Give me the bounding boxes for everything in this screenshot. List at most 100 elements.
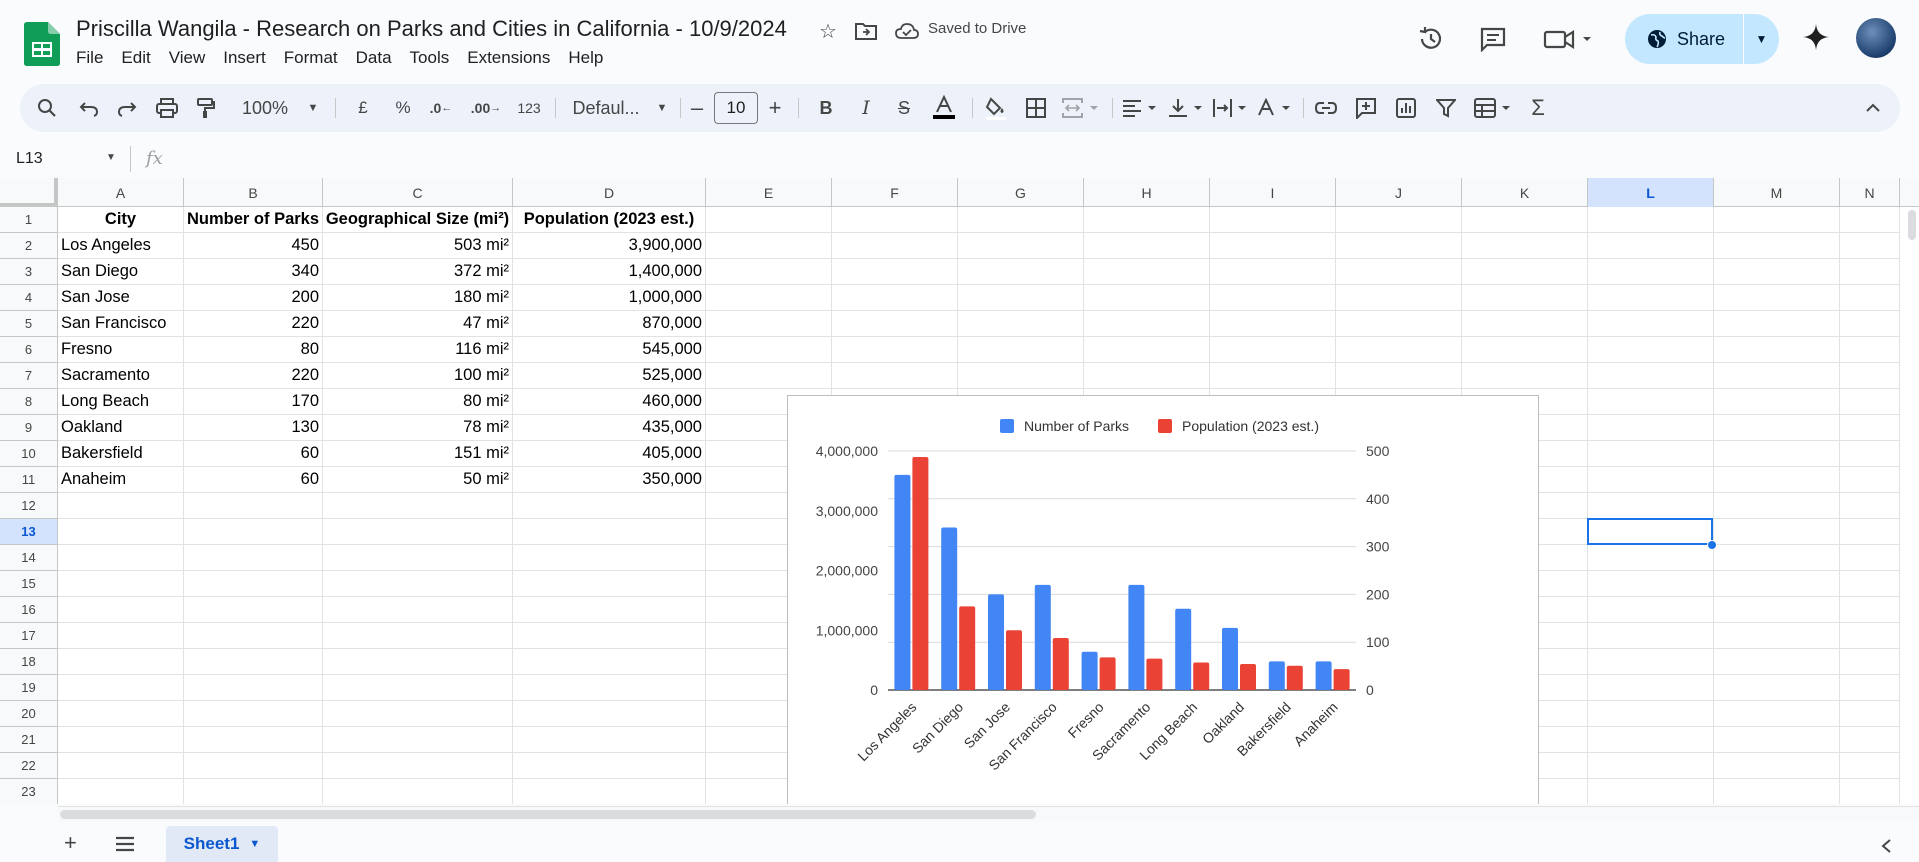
cell[interactable]	[1840, 597, 1900, 623]
data-cell[interactable]: 170	[184, 389, 323, 415]
row-header-4[interactable]: 4	[0, 285, 58, 311]
zoom-value[interactable]: 100%	[242, 84, 300, 132]
cell[interactable]	[1714, 493, 1840, 519]
cell[interactable]	[1588, 389, 1714, 415]
cell[interactable]	[1210, 311, 1336, 337]
vertical-scrollbar[interactable]	[1905, 207, 1919, 804]
share-button[interactable]: Share	[1625, 14, 1743, 64]
cell[interactable]	[832, 207, 958, 233]
explore-panel-icon[interactable]	[1880, 838, 1892, 859]
cell[interactable]	[1462, 337, 1588, 363]
decrease-decimal-button[interactable]: .0 ←	[425, 84, 457, 132]
cell[interactable]	[1840, 259, 1900, 285]
row-header-6[interactable]: 6	[0, 337, 58, 363]
version-history-icon[interactable]	[1414, 24, 1448, 54]
column-header-e[interactable]: E	[706, 178, 832, 207]
cell[interactable]	[1588, 779, 1714, 804]
cell[interactable]	[1714, 311, 1840, 337]
insert-chart-icon[interactable]	[1390, 84, 1422, 132]
data-cell[interactable]: 60	[184, 441, 323, 467]
cell[interactable]	[58, 623, 184, 649]
row-header-7[interactable]: 7	[0, 363, 58, 389]
menu-tools[interactable]: Tools	[410, 48, 460, 68]
row-header-8[interactable]: 8	[0, 389, 58, 415]
cell[interactable]	[1588, 545, 1714, 571]
row-header-5[interactable]: 5	[0, 311, 58, 337]
name-box[interactable]: L13	[16, 150, 43, 168]
data-cell[interactable]: San Francisco	[58, 311, 184, 337]
vertical-align-icon[interactable]	[1166, 84, 1208, 132]
cell[interactable]	[58, 675, 184, 701]
menu-format[interactable]: Format	[284, 48, 348, 68]
data-cell[interactable]: 200	[184, 285, 323, 311]
data-cell[interactable]: 1,000,000	[513, 285, 706, 311]
cell[interactable]	[1336, 285, 1462, 311]
cell[interactable]	[1840, 727, 1900, 753]
cell[interactable]	[58, 571, 184, 597]
data-cell[interactable]: 870,000	[513, 311, 706, 337]
format-currency-button[interactable]: £	[350, 84, 376, 132]
cell[interactable]	[958, 363, 1084, 389]
data-cell[interactable]: 1,400,000	[513, 259, 706, 285]
row-header-10[interactable]: 10	[0, 441, 58, 467]
cell[interactable]	[184, 753, 323, 779]
menu-insert[interactable]: Insert	[223, 48, 276, 68]
cell[interactable]	[1714, 727, 1840, 753]
data-cell[interactable]: 450	[184, 233, 323, 259]
column-header-l[interactable]: L	[1588, 178, 1714, 207]
data-cell[interactable]: 340	[184, 259, 323, 285]
cell[interactable]	[1840, 363, 1900, 389]
data-cell[interactable]: 435,000	[513, 415, 706, 441]
cell[interactable]	[1840, 649, 1900, 675]
star-icon[interactable]: ☆	[815, 18, 841, 44]
cell[interactable]	[58, 727, 184, 753]
data-cell[interactable]: 460,000	[513, 389, 706, 415]
text-rotation-icon[interactable]	[1254, 84, 1296, 132]
sheet-tab-dropdown-icon[interactable]: ▼	[249, 838, 260, 850]
row-header-15[interactable]: 15	[0, 571, 58, 597]
cell[interactable]	[1588, 415, 1714, 441]
cell[interactable]	[1084, 285, 1210, 311]
cell[interactable]	[323, 701, 513, 727]
cell[interactable]	[1714, 285, 1840, 311]
data-cell[interactable]: 372 mi²	[323, 259, 513, 285]
row-header-19[interactable]: 19	[0, 675, 58, 701]
redo-icon[interactable]	[112, 84, 142, 132]
cell[interactable]	[184, 623, 323, 649]
cell[interactable]	[513, 701, 706, 727]
cell[interactable]	[323, 623, 513, 649]
row-header-16[interactable]: 16	[0, 597, 58, 623]
cell[interactable]	[1336, 363, 1462, 389]
data-cell[interactable]: Los Angeles	[58, 233, 184, 259]
data-cell[interactable]: 78 mi²	[323, 415, 513, 441]
data-cell[interactable]: 100 mi²	[323, 363, 513, 389]
insert-comment-icon[interactable]	[1350, 84, 1382, 132]
horizontal-scroll-thumb[interactable]	[60, 810, 1036, 819]
menu-file[interactable]: File	[76, 48, 113, 68]
cell[interactable]	[513, 597, 706, 623]
data-cell[interactable]: 60	[184, 467, 323, 493]
cell[interactable]	[323, 545, 513, 571]
row-header-21[interactable]: 21	[0, 727, 58, 753]
data-cell[interactable]: Bakersfield	[58, 441, 184, 467]
cell[interactable]	[513, 623, 706, 649]
gemini-sparkle-icon[interactable]	[1799, 22, 1833, 52]
more-formats-button[interactable]: 123	[512, 84, 546, 132]
cell[interactable]	[1210, 285, 1336, 311]
column-header-g[interactable]: G	[958, 178, 1084, 207]
cell[interactable]	[1840, 285, 1900, 311]
cell[interactable]	[1336, 337, 1462, 363]
header-cell[interactable]: Geographical Size (mi²)	[323, 207, 513, 233]
cell[interactable]	[1210, 363, 1336, 389]
cell[interactable]	[1462, 259, 1588, 285]
row-header-18[interactable]: 18	[0, 649, 58, 675]
cell[interactable]	[1714, 571, 1840, 597]
data-cell[interactable]: 80 mi²	[323, 389, 513, 415]
column-header-h[interactable]: H	[1084, 178, 1210, 207]
font-dropdown-icon[interactable]: ▼	[654, 84, 670, 132]
bold-icon[interactable]: B	[812, 84, 840, 132]
cell[interactable]	[1084, 337, 1210, 363]
cell[interactable]	[1714, 467, 1840, 493]
cell[interactable]	[323, 649, 513, 675]
account-avatar[interactable]	[1856, 18, 1896, 58]
